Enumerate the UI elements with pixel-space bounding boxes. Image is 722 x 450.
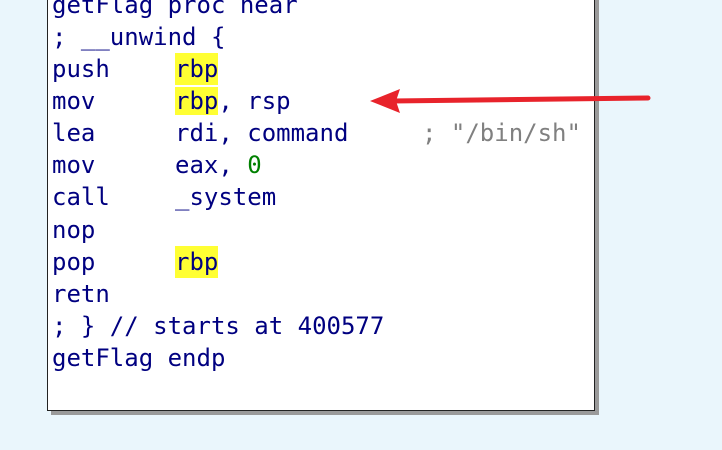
arrow-shaft bbox=[389, 95, 651, 104]
arrow-head bbox=[370, 89, 400, 113]
red-arrow-annotation bbox=[370, 89, 651, 113]
